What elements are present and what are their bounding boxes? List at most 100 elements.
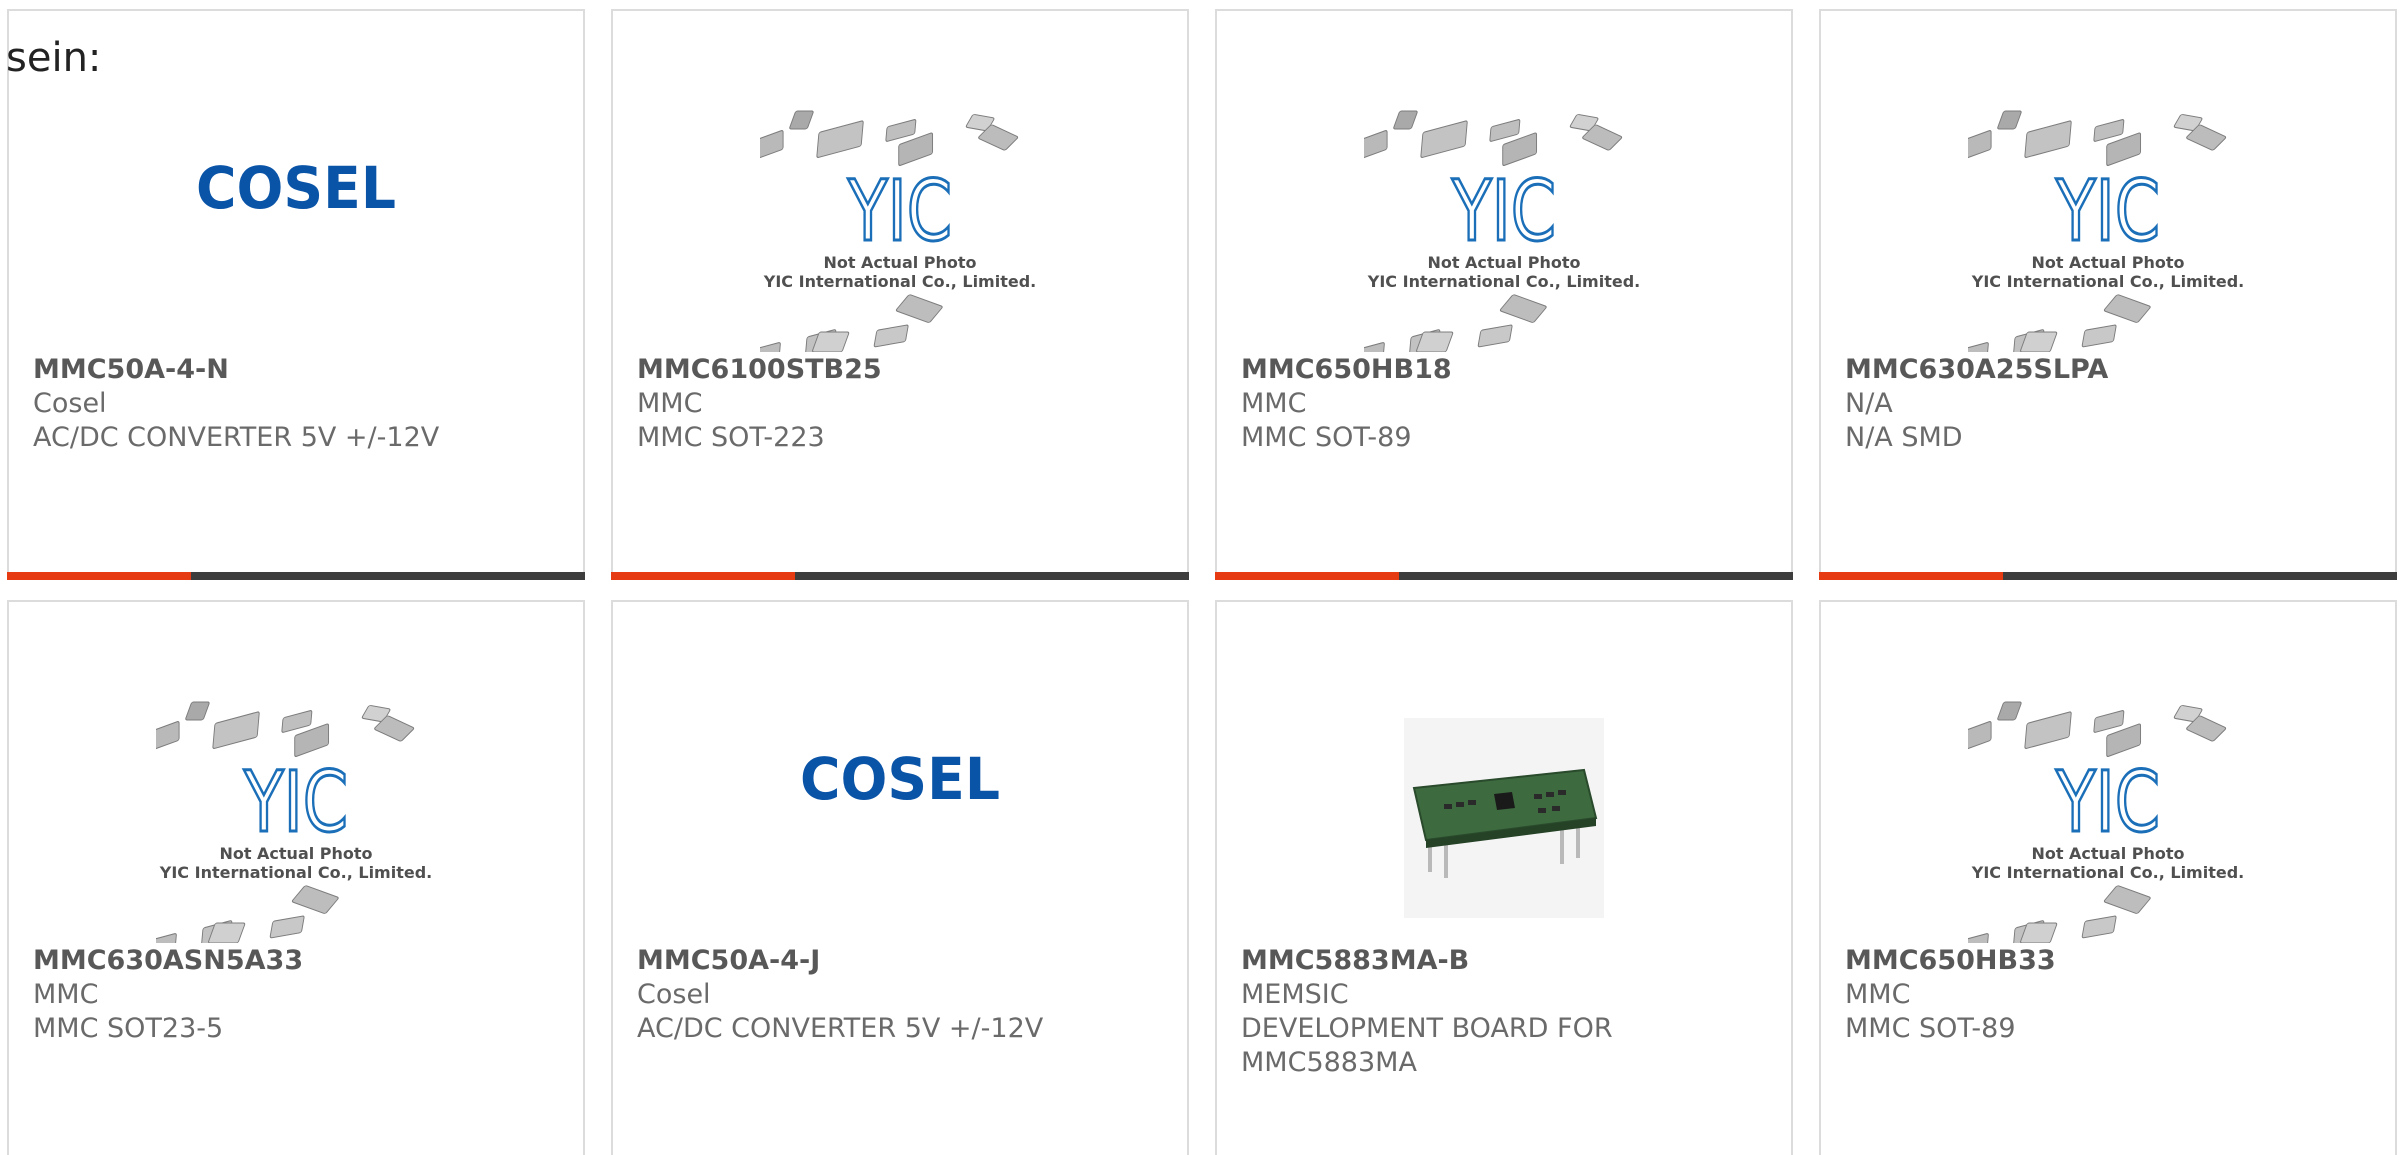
chip-icon xyxy=(2103,885,2151,914)
chip-icon xyxy=(2106,132,2142,167)
cosel-logo: COSEL xyxy=(191,152,401,222)
not-actual-photo-label: Not Actual Photo xyxy=(1427,253,1580,272)
company-name-label: YIC International Co., Limited. xyxy=(763,272,1036,291)
not-actual-photo-label: Not Actual Photo xyxy=(2031,253,2184,272)
not-actual-photo-label: Not Actual Photo xyxy=(2031,844,2184,863)
product-image[interactable] xyxy=(1217,688,1791,948)
manufacturer: Cosel xyxy=(637,979,711,1010)
yic-placeholder-image: YIC Not Actual Photo YIC International Co.… xyxy=(1968,693,2248,943)
description: AC/DC CONVERTER 5V +/-12V xyxy=(637,1013,1044,1044)
chip-icon xyxy=(269,915,305,939)
product-info: MMC630A25SLPA N/A N/A SMD xyxy=(1845,353,2371,455)
part-number[interactable]: MMC6100STB25 xyxy=(637,353,1163,387)
chip-icon xyxy=(1968,342,1989,352)
chip-icon xyxy=(789,110,814,130)
product-image[interactable]: YIC Not Actual Photo YIC International Co.… xyxy=(9,688,583,948)
chip-icon xyxy=(885,119,917,142)
chip-icon xyxy=(291,885,339,914)
product-card-mmc630a25slpa[interactable]: YIC Not Actual Photo YIC International Co.… xyxy=(1819,9,2397,580)
chip-icon xyxy=(2093,710,2125,733)
chip-icon xyxy=(1364,342,1385,352)
product-image[interactable]: YIC Not Actual Photo YIC International Co.… xyxy=(613,97,1187,357)
intro-text: sein: xyxy=(6,35,102,81)
product-card-mmc50a-4-n[interactable]: COSEL MMC50A-4-N Cosel AC/DC CONVERTER 5… xyxy=(7,9,585,580)
product-image[interactable]: YIC Not Actual Photo YIC International Co.… xyxy=(1217,97,1791,357)
chip-icon xyxy=(2103,294,2151,323)
part-number[interactable]: MMC630A25SLPA xyxy=(1845,353,2371,387)
chip-icon xyxy=(1997,701,2022,721)
yic-placeholder-image: YIC Not Actual Photo YIC International Co.… xyxy=(1364,102,1644,352)
company-name-label: YIC International Co., Limited. xyxy=(1971,272,2244,291)
product-info: MMC5883MA-B MEMSIC DEVELOPMENT BOARD FOR… xyxy=(1241,944,1767,1080)
chip-icon xyxy=(816,120,864,158)
part-number[interactable]: MMC50A-4-N xyxy=(33,353,559,387)
description: DEVELOPMENT BOARD FOR MMC5883MA xyxy=(1241,1013,1613,1078)
company-name-label: YIC International Co., Limited. xyxy=(1367,272,1640,291)
chip-icon xyxy=(2024,711,2072,749)
chip-icon xyxy=(2093,119,2125,142)
product-card-mmc630asn5a33[interactable]: YIC Not Actual Photo YIC International Co.… xyxy=(7,600,585,1155)
yic-placeholder-image: YIC Not Actual Photo YIC International Co.… xyxy=(1968,102,2248,352)
manufacturer: MMC xyxy=(1845,979,1911,1010)
product-image[interactable]: COSEL xyxy=(613,688,1187,948)
chip-icon xyxy=(1997,110,2022,130)
chip-icon xyxy=(1968,130,1992,160)
part-number[interactable]: MMC630ASN5A33 xyxy=(33,944,559,978)
svg-text:COSEL: COSEL xyxy=(800,745,1000,813)
chip-icon xyxy=(898,132,934,167)
part-number[interactable]: MMC650HB18 xyxy=(1241,353,1767,387)
product-image[interactable]: YIC Not Actual Photo YIC International Co.… xyxy=(1821,688,2395,948)
manufacturer: N/A xyxy=(1845,388,1893,419)
company-name-label: YIC International Co., Limited. xyxy=(1971,863,2244,882)
product-info: MMC6100STB25 MMC MMC SOT-223 xyxy=(637,353,1163,455)
product-grid: COSEL MMC50A-4-N Cosel AC/DC CONVERTER 5… xyxy=(7,9,2400,1155)
product-card-mmc5883ma-b[interactable]: MMC5883MA-B MEMSIC DEVELOPMENT BOARD FOR… xyxy=(1215,600,1793,1155)
description: MMC SOT-89 xyxy=(1241,422,1412,453)
chip-icon xyxy=(2024,120,2072,158)
part-number[interactable]: MMC5883MA-B xyxy=(1241,944,1767,978)
chip-icon xyxy=(760,342,781,352)
chip-icon xyxy=(1364,130,1388,160)
product-info: MMC650HB33 MMC MMC SOT-89 xyxy=(1845,944,2371,1046)
yic-placeholder-image: YIC Not Actual Photo YIC International Co.… xyxy=(156,693,436,943)
product-card-mmc650hb33[interactable]: YIC Not Actual Photo YIC International Co.… xyxy=(1819,600,2397,1155)
chip-icon xyxy=(294,723,330,758)
chip-icon xyxy=(1502,132,1538,167)
description: MMC SOT-223 xyxy=(637,422,825,453)
product-grid-page: sein: COSEL MMC50A-4-N Cosel AC/DC CONVE… xyxy=(0,0,2400,1155)
description: N/A SMD xyxy=(1845,422,1963,453)
chip-icon xyxy=(1477,324,1513,348)
chip-icon xyxy=(2081,915,2117,939)
part-number[interactable]: MMC650HB33 xyxy=(1845,944,2371,978)
manufacturer: MEMSIC xyxy=(1241,979,1349,1010)
not-actual-photo-label: Not Actual Photo xyxy=(219,844,372,863)
chip-icon xyxy=(1968,933,1989,943)
chip-icon xyxy=(185,701,210,721)
product-card-mmc6100stb25[interactable]: YIC Not Actual Photo YIC International Co.… xyxy=(611,9,1189,580)
manufacturer: Cosel xyxy=(33,388,107,419)
chip-icon xyxy=(212,711,260,749)
yic-logo-icon: YIC xyxy=(1451,162,1556,260)
card-bottom-bar-accent xyxy=(611,572,795,580)
manufacturer: MMC xyxy=(33,979,99,1010)
chip-icon xyxy=(2081,324,2117,348)
manufacturer: MMC xyxy=(1241,388,1307,419)
chip-icon xyxy=(1420,120,1468,158)
yic-logo-icon: YIC xyxy=(2055,753,2160,851)
chip-icon xyxy=(1393,110,1418,130)
company-name-label: YIC International Co., Limited. xyxy=(159,863,432,882)
chip-icon xyxy=(2106,723,2142,758)
product-card-mmc50a-4-j[interactable]: COSEL MMC50A-4-J Cosel AC/DC CONVERTER 5… xyxy=(611,600,1189,1155)
card-bottom-bar-accent xyxy=(7,572,191,580)
manufacturer: MMC xyxy=(637,388,703,419)
product-info: MMC630ASN5A33 MMC MMC SOT23-5 xyxy=(33,944,559,1046)
product-card-mmc650hb18[interactable]: YIC Not Actual Photo YIC International Co.… xyxy=(1215,9,1793,580)
product-image[interactable]: COSEL xyxy=(9,97,583,357)
description: MMC SOT-89 xyxy=(1845,1013,2016,1044)
chip-icon xyxy=(1489,119,1521,142)
part-number[interactable]: MMC50A-4-J xyxy=(637,944,1163,978)
product-image[interactable]: YIC Not Actual Photo YIC International Co.… xyxy=(1821,97,2395,357)
card-bottom-bar xyxy=(611,572,1189,580)
chip-icon xyxy=(1499,294,1547,323)
chip-icon xyxy=(156,933,177,943)
